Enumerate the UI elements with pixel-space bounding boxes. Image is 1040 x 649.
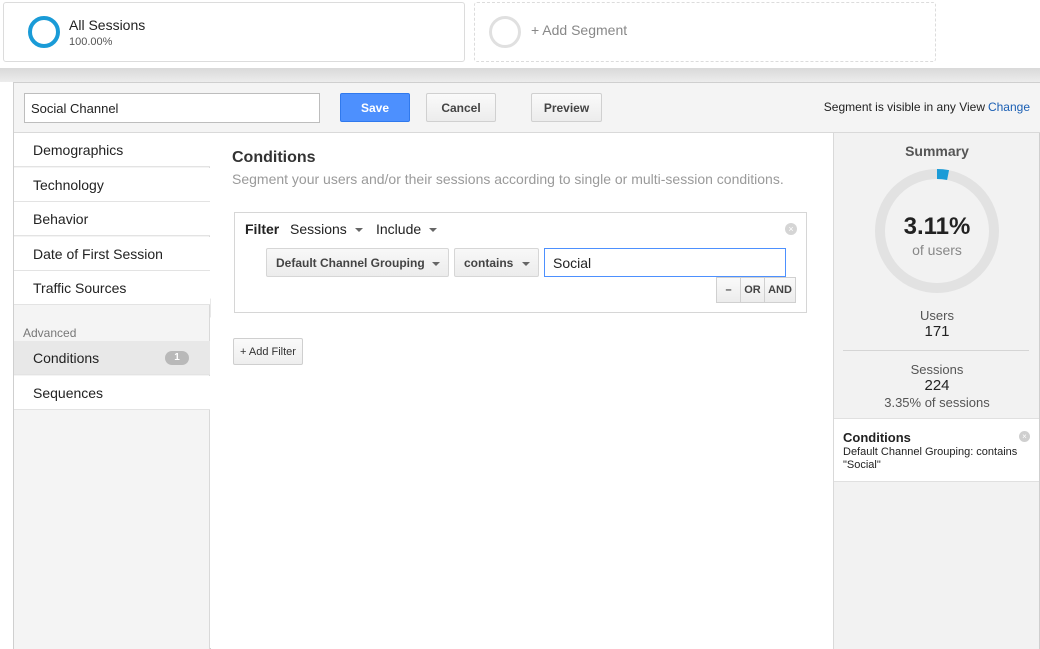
- sessions-percent: 3.35% of sessions: [884, 395, 990, 410]
- nav-section-advanced: Advanced: [23, 326, 77, 340]
- dimension-dropdown[interactable]: Default Channel Grouping: [266, 248, 449, 277]
- close-circle-icon[interactable]: ×: [1019, 431, 1030, 442]
- add-segment-button[interactable]: + Add Segment: [474, 2, 936, 62]
- include-value: Include: [376, 221, 422, 237]
- segment-editor: Save Cancel Preview Segment is visible i…: [13, 82, 1040, 649]
- segment-percent: 100.00%: [69, 36, 113, 48]
- add-segment-label: + Add Segment: [531, 22, 628, 38]
- cancel-button[interactable]: Cancel: [426, 93, 496, 122]
- dimension-value: Default Channel Grouping: [276, 256, 425, 270]
- conditions-panel: Conditions Segment your users and/or the…: [211, 133, 833, 649]
- page-title: Conditions: [232, 149, 316, 166]
- summary-panel: Summary 3.11% of users Users 171 Session…: [833, 133, 1039, 649]
- users-label: Users: [920, 308, 954, 323]
- conditions-card-description: Default Channel Grouping: contains "Soci…: [843, 446, 1018, 471]
- save-button[interactable]: Save: [340, 93, 410, 122]
- caret-down-icon: [432, 262, 440, 266]
- nav-item-conditions[interactable]: Conditions 1: [14, 341, 210, 375]
- caret-down-icon: [522, 262, 530, 266]
- or-button[interactable]: OR: [740, 277, 765, 303]
- filter-label: Filter: [245, 221, 280, 237]
- summary-percent: 3.11%: [903, 213, 971, 240]
- caret-down-icon: [354, 228, 363, 233]
- close-circle-icon[interactable]: ×: [785, 223, 797, 235]
- nav-item-date-of-first-session[interactable]: Date of First Session: [14, 237, 210, 271]
- sessions-value: 224: [924, 377, 950, 394]
- nav-item-demographics[interactable]: Demographics: [14, 133, 210, 167]
- change-link[interactable]: Change: [988, 100, 1030, 114]
- divider: [0, 68, 1040, 82]
- preview-button[interactable]: Preview: [531, 93, 602, 122]
- summary-title: Summary: [905, 143, 969, 159]
- include-dropdown[interactable]: Include: [376, 221, 438, 237]
- sessions-label: Sessions: [910, 362, 964, 377]
- filter-box: Filter Sessions Include × Default Channe…: [234, 212, 807, 313]
- nav-item-technology[interactable]: Technology: [14, 168, 210, 202]
- summary-of-label: of users: [912, 242, 962, 258]
- segment-ring-icon: [28, 16, 60, 48]
- page-subtitle: Segment your users and/or their sessions…: [232, 171, 784, 187]
- scope-dropdown[interactable]: Sessions: [290, 221, 363, 237]
- operator-dropdown[interactable]: contains: [454, 248, 539, 277]
- add-filter-button[interactable]: + Add Filter: [233, 338, 303, 365]
- empty-ring-icon: [489, 16, 521, 48]
- operator-value: contains: [464, 256, 514, 270]
- nav-item-traffic-sources[interactable]: Traffic Sources: [14, 271, 210, 305]
- conditions-card-title: Conditions: [843, 430, 911, 445]
- segment-title: All Sessions: [69, 17, 146, 33]
- scope-value: Sessions: [290, 221, 347, 237]
- segment-name-input[interactable]: [24, 93, 320, 123]
- segment-bar: All Sessions 100.00% + Add Segment: [0, 0, 1040, 68]
- logic-buttons: – OR AND: [716, 277, 796, 303]
- editor-toolbar: Save Cancel Preview Segment is visible i…: [14, 83, 1040, 133]
- caret-down-icon: [429, 228, 438, 233]
- users-value: 171: [924, 323, 950, 340]
- and-button[interactable]: AND: [764, 277, 796, 303]
- summary-divider: [843, 350, 1029, 351]
- conditions-card: Conditions Default Channel Grouping: con…: [834, 418, 1039, 482]
- segment-card-all-sessions[interactable]: All Sessions 100.00%: [3, 2, 465, 62]
- nav-item-behavior[interactable]: Behavior: [14, 202, 210, 236]
- nav-item-sequences[interactable]: Sequences: [14, 376, 210, 410]
- count-badge: 1: [165, 351, 189, 365]
- nav-item-label: Conditions: [33, 350, 100, 366]
- visibility-text: Segment is visible in any View: [823, 100, 985, 114]
- remove-condition-button[interactable]: –: [716, 277, 741, 303]
- filter-value-input[interactable]: [544, 248, 786, 277]
- category-nav: Demographics Technology Behavior Date of…: [14, 133, 210, 649]
